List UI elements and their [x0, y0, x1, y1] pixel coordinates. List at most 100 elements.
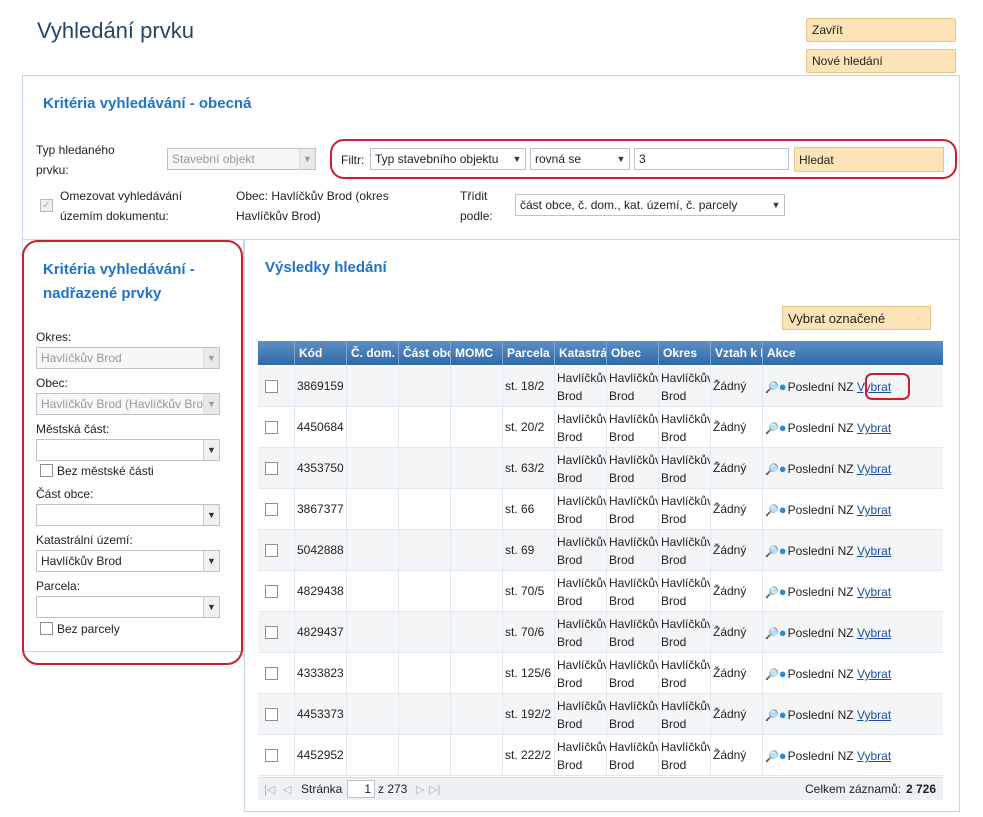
map-globe-icon[interactable]: ●: [779, 584, 787, 599]
obec-select[interactable]: Havlíčkův Brod (Havlíčkův Brod) ▼: [36, 393, 220, 415]
row-checkbox[interactable]: [265, 667, 278, 680]
col-vztah[interactable]: Vztah k NZ: [711, 341, 763, 365]
cell-parcela: st. 66: [503, 489, 555, 530]
row-checkbox[interactable]: [265, 380, 278, 393]
map-globe-icon[interactable]: ●: [779, 625, 787, 640]
select-link[interactable]: Vybrat: [857, 421, 891, 435]
cell-parcela: st. 192/2: [503, 694, 555, 735]
cast-obce-select[interactable]: ▼: [36, 504, 220, 526]
detail-icon[interactable]: 🔎: [765, 710, 779, 722]
cell-parcela: st. 70/5: [503, 571, 555, 612]
detail-icon[interactable]: 🔎: [765, 382, 779, 394]
okres-select[interactable]: Havlíčkův Brod ▼: [36, 347, 220, 369]
sort-select[interactable]: část obce, č. dom., kat. území, č. parce…: [515, 194, 785, 216]
cell-select: [258, 530, 295, 571]
select-link[interactable]: Vybrat: [857, 626, 891, 640]
cell-katastr-line: Brod: [557, 717, 583, 731]
mestska-cast-select[interactable]: ▼: [36, 439, 220, 461]
katastralni-select[interactable]: Havlíčkův Brod ▼: [36, 550, 220, 572]
filter-operator-select[interactable]: rovná se ▼: [530, 148, 630, 170]
new-search-button[interactable]: Nové hledání: [806, 49, 956, 73]
col-kod[interactable]: Kód: [295, 341, 347, 365]
cell-katastr: Havlíčkův Brod: [555, 571, 607, 612]
parcela-select[interactable]: ▼: [36, 596, 220, 618]
type-select[interactable]: Stavební objekt ▼: [167, 148, 316, 170]
map-globe-icon[interactable]: ●: [779, 748, 787, 763]
col-obec[interactable]: Obec: [607, 341, 659, 365]
col-katastr[interactable]: Katastrální území: [555, 341, 607, 365]
col-cast-obce[interactable]: Část obce: [399, 341, 451, 365]
cell-okres-line: Havlíčkův: [661, 412, 711, 426]
row-checkbox[interactable]: [265, 462, 278, 475]
map-globe-icon[interactable]: ●: [779, 666, 787, 681]
cell-akce: 🔎●Poslední NZ Vybrat: [763, 530, 943, 571]
col-momc[interactable]: MOMC: [451, 341, 503, 365]
row-checkbox[interactable]: [265, 503, 278, 516]
cell-katastr-line: Brod: [557, 635, 583, 649]
map-globe-icon[interactable]: ●: [779, 379, 787, 394]
detail-icon[interactable]: 🔎: [765, 546, 779, 558]
select-link[interactable]: Vybrat: [857, 667, 891, 681]
detail-icon[interactable]: 🔎: [765, 628, 779, 640]
cell-obec-line: Havlíčkův: [609, 576, 659, 590]
chevron-down-icon: ▼: [203, 505, 219, 525]
row-checkbox[interactable]: [265, 749, 278, 762]
table-row: 3869159 st. 18/2 Havlíčkův Brod Havlíčkův Bro…: [258, 366, 943, 407]
col-parcela[interactable]: Parcela: [503, 341, 555, 365]
bez-mestske-casti-checkbox[interactable]: [40, 464, 53, 477]
cell-cdom: [347, 694, 399, 735]
cell-obec-line: Brod: [609, 635, 635, 649]
row-checkbox[interactable]: [265, 626, 278, 639]
detail-icon[interactable]: 🔎: [765, 669, 779, 681]
row-checkbox[interactable]: [265, 544, 278, 557]
cell-katastr: Havlíčkův Brod: [555, 448, 607, 489]
cell-vztah: Žádný: [711, 735, 763, 776]
cell-akce: 🔎●Poslední NZ Vybrat: [763, 694, 943, 735]
next-page-icon[interactable]: ▷: [416, 783, 424, 796]
cell-okres-line: Brod: [661, 717, 687, 731]
row-checkbox[interactable]: [265, 708, 278, 721]
select-link[interactable]: Vybrat: [857, 585, 891, 599]
detail-icon[interactable]: 🔎: [765, 751, 779, 763]
map-globe-icon[interactable]: ●: [779, 420, 787, 435]
select-link[interactable]: Vybrat: [857, 503, 891, 517]
cell-okres-line: Brod: [661, 512, 687, 526]
page-input[interactable]: 1: [347, 780, 375, 798]
col-okres[interactable]: Okres: [659, 341, 711, 365]
cell-okres-line: Brod: [661, 471, 687, 485]
detail-icon[interactable]: 🔎: [765, 464, 779, 476]
bez-parcely-label: Bez parcely: [57, 622, 120, 636]
detail-icon[interactable]: 🔎: [765, 587, 779, 599]
total-label: Celkem záznamů:: [805, 782, 902, 796]
select-link[interactable]: Vybrat: [857, 708, 891, 722]
last-page-icon[interactable]: ▷|: [429, 783, 440, 796]
map-globe-icon[interactable]: ●: [779, 461, 787, 476]
restrict-checkbox[interactable]: ✓: [40, 199, 53, 212]
cell-obec: Havlíčkův Brod: [607, 612, 659, 653]
filter-value-input[interactable]: 3: [634, 148, 789, 170]
map-globe-icon[interactable]: ●: [779, 543, 787, 558]
select-link[interactable]: Vybrat: [857, 544, 891, 558]
select-link[interactable]: Vybrat: [857, 749, 891, 763]
close-button[interactable]: Zavřít: [806, 18, 956, 42]
detail-icon[interactable]: 🔎: [765, 505, 779, 517]
map-globe-icon[interactable]: ●: [779, 502, 787, 517]
map-globe-icon[interactable]: ●: [779, 707, 787, 722]
prev-page-icon[interactable]: ◁: [283, 783, 291, 796]
select-marked-button[interactable]: Vybrat označené »: [782, 306, 931, 330]
col-cdom[interactable]: Č. dom.: [347, 341, 399, 365]
filter-field-select[interactable]: Typ stavebního objektu ▼: [370, 148, 526, 170]
cell-akce: 🔎●Poslední NZ Vybrat: [763, 735, 943, 776]
select-link[interactable]: Vybrat: [857, 462, 891, 476]
katastralni-label: Katastrální území:: [36, 533, 133, 547]
row-checkbox[interactable]: [265, 585, 278, 598]
search-button[interactable]: Hledat: [794, 147, 944, 172]
cell-obec-line: Havlíčkův: [609, 494, 659, 508]
detail-icon[interactable]: 🔎: [765, 423, 779, 435]
filter-label: Filtr:: [341, 153, 365, 167]
cell-vztah: Žádný: [711, 530, 763, 571]
bez-parcely-checkbox[interactable]: [40, 622, 53, 635]
row-checkbox[interactable]: [265, 421, 278, 434]
sort-select-value: část obce, č. dom., kat. území, č. parce…: [520, 198, 738, 212]
first-page-icon[interactable]: |◁: [264, 783, 275, 796]
